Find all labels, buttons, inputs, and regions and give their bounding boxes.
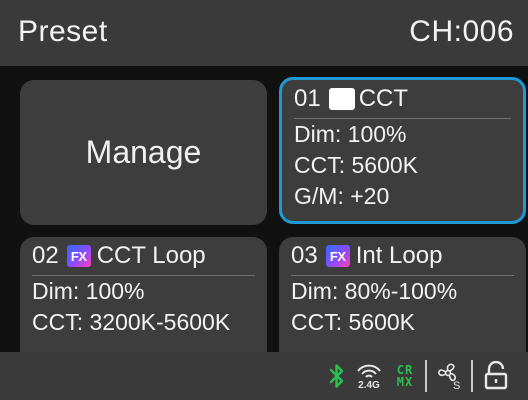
lock-icon[interactable] — [480, 352, 512, 400]
page-title: Preset — [18, 15, 108, 48]
preset-gm: G/M: +20 — [294, 183, 390, 209]
status-divider — [471, 360, 473, 392]
crmx-bottom-label: MX — [396, 375, 414, 389]
preset-name: Int Loop — [355, 242, 443, 269]
preset-screen: Preset CH:006 Manage 01 CCT Dim: 100% CC… — [0, 0, 528, 400]
preset-header: 01 CCT — [294, 80, 511, 119]
preset-tile-03[interactable]: 03 FX Int Loop Dim: 80%-100% CCT: 5600K — [279, 237, 526, 367]
preset-dim: Dim: 80%-100% — [291, 278, 458, 304]
header-bar: Preset CH:006 — [0, 0, 528, 66]
fx-icon: FX — [325, 245, 350, 267]
preset-name: CCT Loop — [96, 242, 206, 269]
preset-header: 03 FX Int Loop — [291, 237, 514, 276]
preset-number: 02 — [32, 242, 59, 269]
white-swatch-icon — [328, 88, 355, 110]
preset-cct: CCT: 5600K — [291, 309, 416, 335]
preset-tile-02[interactable]: 02 FX CCT Loop Dim: 100% CCT: 3200K-5600… — [20, 237, 267, 367]
preset-number: 01 — [294, 85, 321, 112]
crmx-icon: CR MX — [392, 352, 418, 400]
bluetooth-icon — [326, 352, 348, 400]
preset-cct: CCT: 3200K-5600K — [32, 309, 231, 335]
fan-icon: S — [431, 352, 465, 400]
preset-tile-01[interactable]: 01 CCT Dim: 100% CCT: 5600K G/M: +20 — [279, 77, 526, 224]
preset-dim: Dim: 100% — [294, 121, 407, 147]
manage-button-label: Manage — [85, 134, 202, 170]
wireless-2-4g-label: 2.4G — [358, 379, 380, 391]
preset-number: 03 — [291, 242, 318, 269]
status-divider — [425, 360, 427, 392]
preset-header: 02 FX CCT Loop — [32, 237, 255, 276]
fx-icon: FX — [66, 245, 91, 267]
preset-dim: Dim: 100% — [32, 278, 145, 304]
status-bar: 2.4G CR MX S — [0, 352, 528, 400]
wireless-2-4g-icon: 2.4G — [352, 352, 386, 400]
preset-cct: CCT: 5600K — [294, 152, 419, 178]
manage-button[interactable]: Manage — [20, 80, 267, 225]
preset-name: CCT — [358, 85, 409, 112]
channel-indicator: CH:006 — [409, 15, 514, 48]
fan-mode-label: S — [453, 380, 460, 392]
